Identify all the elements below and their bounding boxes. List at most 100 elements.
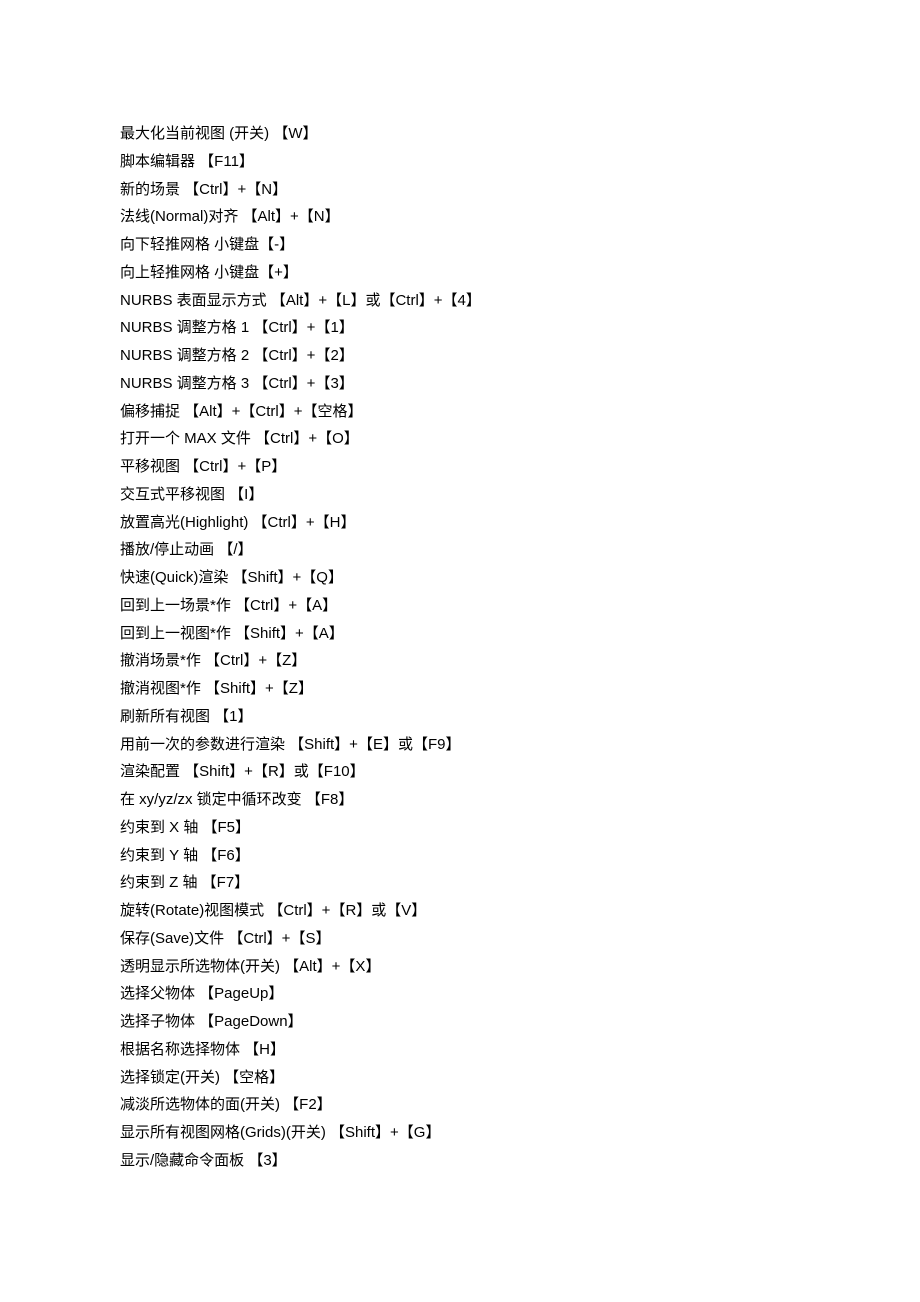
shortcut-key: 【/】 (218, 541, 252, 558)
shortcut-desc: 用前一次的参数进行渲染 (120, 736, 289, 753)
shortcut-desc: 根据名称选择物体 (120, 1041, 244, 1058)
shortcut-desc: NURBS 调整方格 1 (120, 319, 253, 336)
shortcut-desc: 撤消场景*作 (120, 652, 205, 669)
shortcut-desc: 显示所有视图网格(Grids)(开关) (120, 1124, 330, 1141)
shortcut-line: NURBS 调整方格 2 【Ctrl】+【2】 (120, 342, 800, 370)
shortcut-line: 法线(Normal)对齐 【Alt】+【N】 (120, 203, 800, 231)
shortcut-desc: 播放/停止动画 (120, 541, 218, 558)
shortcut-key: 【Alt】+【L】或【Ctrl】+【4】 (271, 292, 481, 309)
shortcut-key: 【Ctrl】+【Z】 (205, 652, 306, 669)
shortcut-key: 【Ctrl】+【1】 (253, 319, 353, 336)
shortcut-desc: 在 xy/yz/zx 锁定中循环改变 (120, 791, 306, 808)
shortcut-key: 【Ctrl】+【A】 (235, 597, 337, 614)
shortcut-key: 【Shift】+【E】或【F9】 (289, 736, 460, 753)
shortcut-desc: NURBS 表面显示方式 (120, 292, 271, 309)
shortcut-line: 减淡所选物体的面(开关) 【F2】 (120, 1091, 800, 1119)
shortcut-line: 交互式平移视图 【I】 (120, 481, 800, 509)
shortcut-desc: 向上轻推网格 (120, 264, 214, 281)
shortcut-key: 【Ctrl】+【O】 (255, 430, 359, 447)
shortcut-key: 【Alt】+【N】 (243, 208, 340, 225)
shortcut-line: 最大化当前视图 (开关) 【W】 (120, 120, 800, 148)
shortcut-key: 【W】 (273, 125, 317, 142)
shortcut-desc: 撤消视图*作 (120, 680, 205, 697)
shortcut-desc: 新的场景 (120, 181, 184, 198)
shortcut-line: 在 xy/yz/zx 锁定中循环改变 【F8】 (120, 786, 800, 814)
shortcut-desc: NURBS 调整方格 2 (120, 347, 253, 364)
shortcut-key: 小键盘【-】 (214, 236, 294, 253)
shortcut-key: 【F5】 (203, 819, 251, 836)
shortcut-line: 回到上一视图*作 【Shift】+【A】 (120, 620, 800, 648)
shortcut-line: 向下轻推网格 小键盘【-】 (120, 231, 800, 259)
shortcut-desc: 向下轻推网格 (120, 236, 214, 253)
shortcut-line: NURBS 调整方格 3 【Ctrl】+【3】 (120, 370, 800, 398)
shortcut-desc: 约束到 Z 轴 (120, 874, 202, 891)
shortcut-line: 撤消场景*作 【Ctrl】+【Z】 (120, 647, 800, 675)
shortcut-desc: 快速(Quick)渲染 (120, 569, 233, 586)
shortcut-line: NURBS 表面显示方式 【Alt】+【L】或【Ctrl】+【4】 (120, 287, 800, 315)
shortcut-line: 用前一次的参数进行渲染 【Shift】+【E】或【F9】 (120, 731, 800, 759)
shortcut-key: 【Shift】+【A】 (235, 625, 344, 642)
shortcut-desc: NURBS 调整方格 3 (120, 375, 253, 392)
shortcut-desc: 选择子物体 (120, 1013, 199, 1030)
shortcut-line: 选择子物体 【PageDown】 (120, 1008, 800, 1036)
shortcut-key: 小键盘【+】 (214, 264, 298, 281)
shortcut-desc: 减淡所选物体的面(开关) (120, 1096, 284, 1113)
shortcut-line: 渲染配置 【Shift】+【R】或【F10】 (120, 758, 800, 786)
shortcut-key: 【Shift】+【Z】 (205, 680, 313, 697)
shortcut-line: 透明显示所选物体(开关) 【Alt】+【X】 (120, 953, 800, 981)
shortcut-key: 【F11】 (199, 153, 254, 170)
shortcut-key: 【PageUp】 (199, 985, 283, 1002)
shortcut-line: 脚本编辑器 【F11】 (120, 148, 800, 176)
shortcut-list: 最大化当前视图 (开关) 【W】脚本编辑器 【F11】新的场景 【Ctrl】+【… (120, 120, 800, 1175)
shortcut-key: 【I】 (229, 486, 263, 503)
shortcut-desc: 刷新所有视图 (120, 708, 214, 725)
shortcut-desc: 打开一个 MAX 文件 (120, 430, 255, 447)
shortcut-line: 显示所有视图网格(Grids)(开关) 【Shift】+【G】 (120, 1119, 800, 1147)
shortcut-line: 约束到 X 轴 【F5】 (120, 814, 800, 842)
shortcut-desc: 法线(Normal)对齐 (120, 208, 243, 225)
shortcut-line: 选择锁定(开关) 【空格】 (120, 1064, 800, 1092)
shortcut-line: NURBS 调整方格 1 【Ctrl】+【1】 (120, 314, 800, 342)
document-page: 最大化当前视图 (开关) 【W】脚本编辑器 【F11】新的场景 【Ctrl】+【… (0, 0, 920, 1302)
shortcut-desc: 选择父物体 (120, 985, 199, 1002)
shortcut-line: 根据名称选择物体 【H】 (120, 1036, 800, 1064)
shortcut-line: 撤消视图*作 【Shift】+【Z】 (120, 675, 800, 703)
shortcut-key: 【F8】 (306, 791, 354, 808)
shortcut-key: 【3】 (248, 1152, 286, 1169)
shortcut-line: 刷新所有视图 【1】 (120, 703, 800, 731)
shortcut-key: 【H】 (244, 1041, 285, 1058)
shortcut-line: 选择父物体 【PageUp】 (120, 980, 800, 1008)
shortcut-line: 新的场景 【Ctrl】+【N】 (120, 176, 800, 204)
shortcut-desc: 保存(Save)文件 (120, 930, 228, 947)
shortcut-key: 【Alt】+【Ctrl】+【空格】 (184, 403, 362, 420)
shortcut-key: 【Ctrl】+【S】 (228, 930, 330, 947)
shortcut-desc: 回到上一视图*作 (120, 625, 235, 642)
shortcut-line: 偏移捕捉 【Alt】+【Ctrl】+【空格】 (120, 398, 800, 426)
shortcut-desc: 约束到 Y 轴 (120, 847, 202, 864)
shortcut-key: 【Ctrl】+【3】 (253, 375, 353, 392)
shortcut-key: 【Shift】+【G】 (330, 1124, 440, 1141)
shortcut-key: 【F6】 (202, 847, 250, 864)
shortcut-line: 旋转(Rotate)视图模式 【Ctrl】+【R】或【V】 (120, 897, 800, 925)
shortcut-key: 【Ctrl】+【R】或【V】 (268, 902, 426, 919)
shortcut-key: 【Alt】+【X】 (284, 958, 380, 975)
shortcut-desc: 平移视图 (120, 458, 184, 475)
shortcut-line: 保存(Save)文件 【Ctrl】+【S】 (120, 925, 800, 953)
shortcut-key: 【F2】 (284, 1096, 332, 1113)
shortcut-desc: 放置高光(Highlight) (120, 514, 253, 531)
shortcut-line: 向上轻推网格 小键盘【+】 (120, 259, 800, 287)
shortcut-key: 【Ctrl】+【H】 (253, 514, 356, 531)
shortcut-line: 约束到 Z 轴 【F7】 (120, 869, 800, 897)
shortcut-line: 平移视图 【Ctrl】+【P】 (120, 453, 800, 481)
shortcut-line: 约束到 Y 轴 【F6】 (120, 842, 800, 870)
shortcut-desc: 偏移捕捉 (120, 403, 184, 420)
shortcut-desc: 旋转(Rotate)视图模式 (120, 902, 268, 919)
shortcut-desc: 最大化当前视图 (开关) (120, 125, 273, 142)
shortcut-key: 【Shift】+【R】或【F10】 (184, 763, 364, 780)
shortcut-desc: 约束到 X 轴 (120, 819, 203, 836)
shortcut-key: 【PageDown】 (199, 1013, 302, 1030)
shortcut-desc: 显示/隐藏命令面板 (120, 1152, 248, 1169)
shortcut-line: 打开一个 MAX 文件 【Ctrl】+【O】 (120, 425, 800, 453)
shortcut-desc: 回到上一场景*作 (120, 597, 235, 614)
shortcut-key: 【1】 (214, 708, 252, 725)
